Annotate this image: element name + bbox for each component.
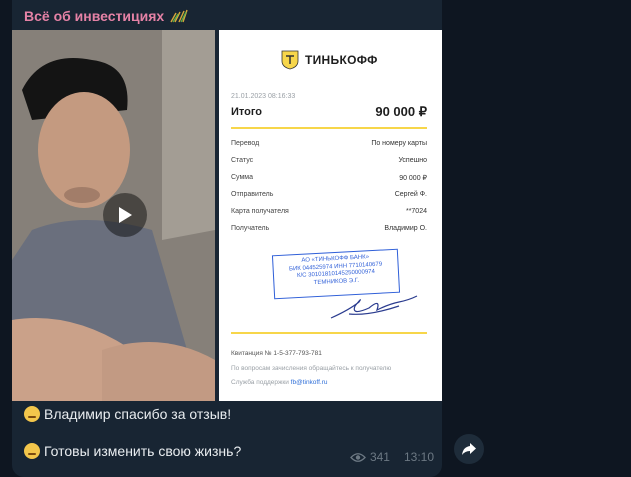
receipt-datetime: 21.01.2023 08:16:33	[231, 93, 296, 100]
tinkoff-logo: ТИНЬКОФФ	[281, 50, 378, 70]
message-time: 13:10	[403, 450, 434, 464]
receipt-row: Перевод По номеру карты	[231, 140, 427, 147]
message-meta: 341 13:10	[350, 450, 434, 464]
total-value: 90 000 ₽	[375, 104, 427, 119]
forward-button[interactable]	[454, 434, 484, 464]
receipt-row: Статус Успешно	[231, 157, 427, 164]
chart-growth-icon	[170, 9, 188, 23]
questions-note: По вопросам зачисления обращайтесь к пол…	[231, 365, 392, 372]
message-line-1: Владимир спасибо за отзыв!	[24, 406, 231, 422]
support-email-link[interactable]: fb@tinkoff.ru	[291, 379, 328, 386]
view-count: 341	[369, 450, 390, 464]
total-label: Итого	[231, 106, 263, 118]
share-arrow-icon	[462, 443, 476, 455]
play-icon	[119, 207, 132, 223]
man-face-emoji-icon	[24, 406, 40, 422]
eye-icon	[350, 452, 366, 462]
receipt-row: Карта получателя **7024	[231, 208, 427, 215]
divider-top	[231, 127, 427, 129]
receipt-row: Отправитель Сергей Ф.	[231, 191, 427, 198]
receipt-row: Получатель Владимир О.	[231, 225, 427, 232]
tinkoff-shield-icon	[281, 50, 299, 70]
receipt-number: Квитанция № 1-5-377-793-781	[231, 350, 322, 357]
brand-name: ТИНЬКОФФ	[305, 53, 378, 67]
message-line-2: Готовы изменить свою жизнь?	[24, 443, 241, 459]
channel-title-text: Всё об инвестициях	[24, 8, 165, 24]
support-line: Служба поддержки fb@tinkoff.ru	[231, 379, 328, 386]
play-button[interactable]	[103, 193, 147, 237]
receipt-row: Сумма 90 000 ₽	[231, 174, 427, 182]
signature-image	[330, 295, 418, 319]
channel-title[interactable]: Всё об инвестициях	[24, 8, 188, 24]
receipt-image[interactable]: ТИНЬКОФФ 21.01.2023 08:16:33 Итого 90 00…	[219, 30, 442, 401]
thinking-face-emoji-icon	[24, 443, 40, 459]
divider-bottom	[231, 332, 427, 334]
video-thumbnail[interactable]	[12, 30, 215, 401]
